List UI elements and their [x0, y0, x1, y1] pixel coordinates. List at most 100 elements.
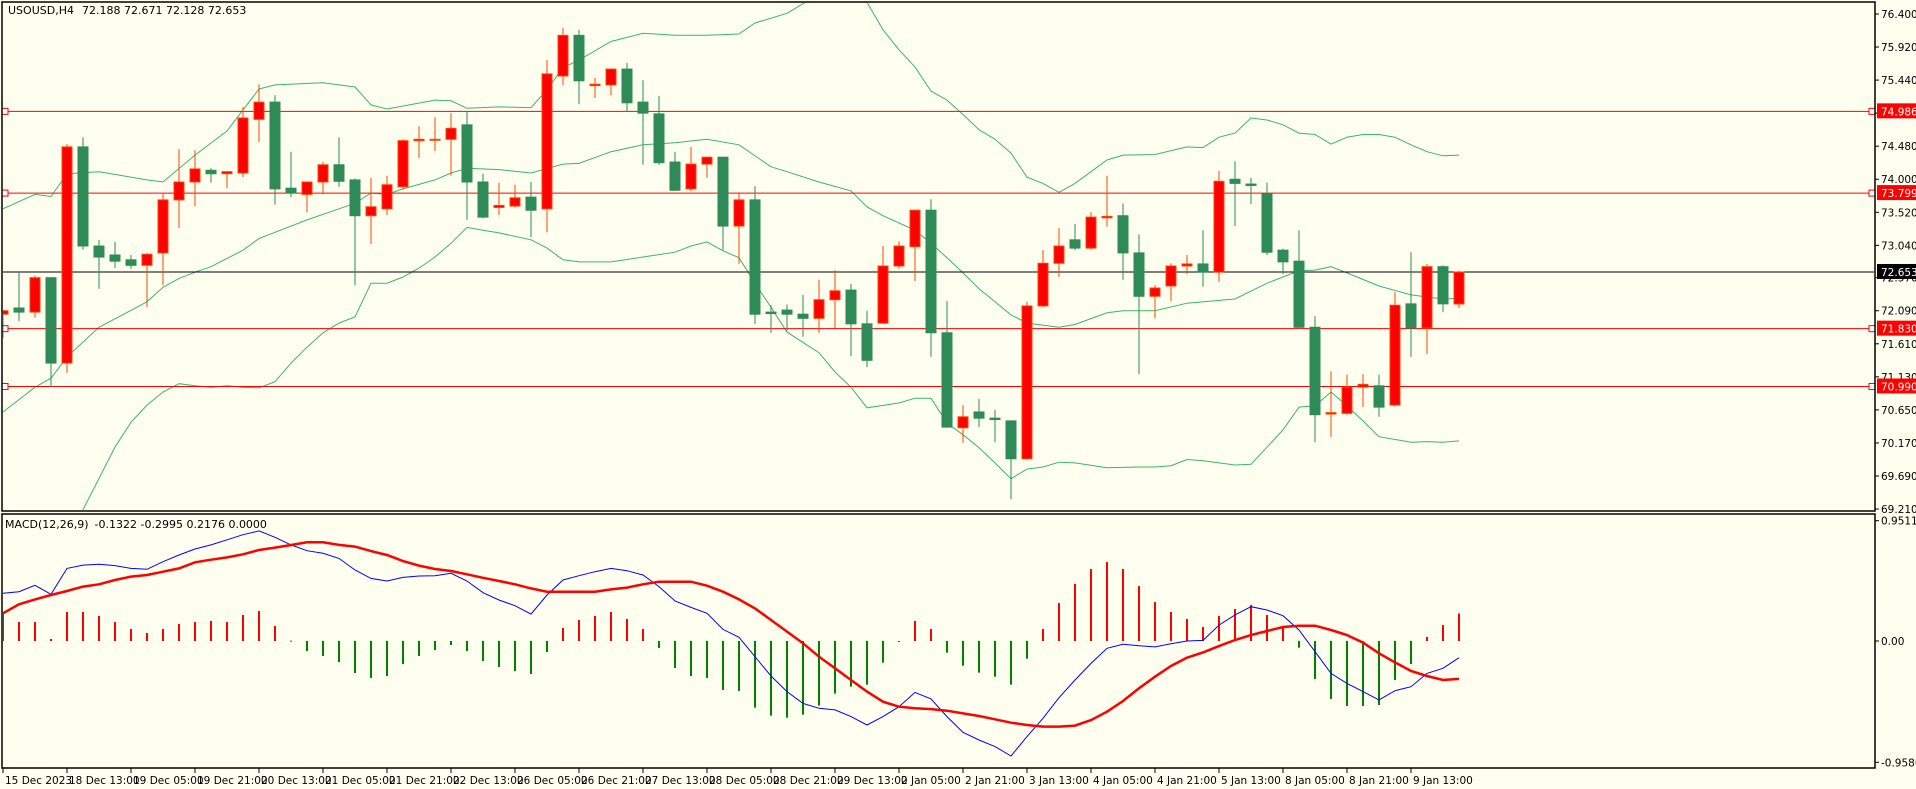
macd-histogram-bar [1298, 641, 1300, 648]
macd-histogram-bar [274, 625, 276, 641]
macd-histogram-bar [1154, 602, 1156, 641]
candle-body [397, 140, 409, 188]
bullish-candle [1085, 212, 1097, 250]
candle-body [1293, 260, 1305, 328]
candle-body [1325, 412, 1337, 415]
candle-body [701, 156, 713, 165]
candle-body [1117, 215, 1129, 254]
candle-body [525, 196, 537, 211]
macd-histogram-bar [402, 641, 404, 665]
bullish-candle [61, 144, 73, 373]
price-tick-label: 76.400 [1881, 9, 1916, 21]
macd-histogram-bar [50, 638, 52, 641]
level-price-label: 73.799 [1881, 188, 1916, 200]
time-tick-label: 3 Jan 13:00 [1029, 775, 1089, 787]
macd-histogram-bar [1026, 641, 1028, 659]
bullish-candle [1389, 292, 1401, 407]
candle-body [1085, 216, 1097, 249]
macd-histogram-bar [242, 614, 244, 641]
price-tick-label: 69.210 [1881, 504, 1916, 516]
macd-histogram-bar [194, 622, 196, 641]
macd-histogram-bar [82, 612, 84, 641]
macd-histogram-bar [962, 641, 964, 666]
macd-histogram-bar [1394, 641, 1396, 680]
candle-body [973, 411, 985, 419]
macd-histogram-bar [418, 641, 420, 657]
bullish-candle [237, 106, 249, 178]
macd-tick-label: -0.9586 [1881, 757, 1916, 769]
macd-histogram-bar [466, 641, 468, 651]
candle-body [1053, 245, 1065, 264]
candle-body [909, 209, 921, 248]
macd-tick-label: 0.00 [1881, 636, 1904, 648]
candle-body [1421, 266, 1433, 329]
price-tick-label: 72.090 [1881, 306, 1916, 318]
candle-body [797, 313, 809, 319]
candle-body [989, 417, 1001, 421]
time-tick-label: 26 Dec 21:00 [581, 775, 652, 787]
macd-histogram-bar [994, 641, 996, 677]
candle-body [205, 169, 217, 175]
macd-histogram-bar [1122, 569, 1124, 641]
bullish-candle [557, 27, 569, 85]
macd-histogram-bar [322, 641, 324, 657]
price-tick-label: 73.040 [1881, 240, 1916, 252]
candle-body [45, 277, 57, 364]
candle-body [1101, 215, 1113, 219]
candle-body [29, 277, 41, 313]
price-tick-label: 74.000 [1881, 174, 1916, 186]
bearish-candle [77, 137, 89, 250]
level-price-label: 71.830 [1881, 324, 1916, 336]
macd-histogram-bar [1090, 569, 1092, 641]
macd-histogram-bar [754, 641, 756, 708]
candle-body [781, 309, 793, 315]
macd-histogram-bar [706, 641, 708, 678]
trading-chart[interactable]: USOUSD,H4 72.188 72.671 72.128 72.653 76.… [0, 0, 1916, 789]
macd-histogram-bar [1170, 612, 1172, 641]
macd-histogram-bar [738, 641, 740, 691]
candle-body [1005, 420, 1017, 460]
level-handle-right [1868, 382, 1876, 390]
candle-body [253, 101, 265, 120]
time-tick-label: 2 Jan 21:00 [965, 775, 1025, 787]
macd-histogram-bar [66, 612, 68, 641]
candle-body [637, 101, 649, 114]
candle-body [285, 187, 297, 194]
candle-body [541, 73, 553, 210]
candle-body [1437, 266, 1449, 305]
time-tick-label: 18 Dec 13:00 [69, 775, 140, 787]
macd-histogram-bar [1138, 585, 1140, 641]
candle-body [1213, 180, 1225, 273]
candle-body [317, 164, 329, 183]
candle-body [493, 204, 505, 208]
candle-body [621, 68, 633, 104]
time-tick-label: 9 Jan 13:00 [1413, 775, 1473, 787]
macd-histogram-bar [114, 622, 116, 641]
macd-histogram-bar [1010, 641, 1012, 685]
candle-body [749, 199, 761, 315]
candle-body [509, 197, 521, 207]
candle-body [173, 181, 185, 201]
candle-body [557, 34, 569, 77]
macd-histogram-bar [722, 641, 724, 690]
candle-body [1277, 249, 1289, 263]
candle-body [1181, 263, 1193, 267]
macd-histogram-bar [1074, 583, 1076, 641]
macd-histogram-bar [514, 641, 516, 671]
macd-histogram-bar [674, 641, 676, 668]
candle-body [925, 209, 937, 334]
macd-histogram-bar [290, 640, 292, 642]
candle-body [445, 127, 457, 140]
time-tick-label: 19 Dec 05:00 [133, 775, 204, 787]
candle-body [605, 68, 617, 86]
candle-body [861, 323, 873, 361]
candle-body [381, 184, 393, 210]
candle-body [269, 101, 281, 190]
candle-body [1149, 287, 1161, 297]
bullish-candle [1021, 301, 1033, 460]
candle-body [461, 124, 473, 183]
macd-histogram-bar [258, 611, 260, 641]
macd-histogram-bar [690, 641, 692, 677]
bearish-candle [925, 199, 937, 357]
bearish-candle [1261, 182, 1273, 255]
